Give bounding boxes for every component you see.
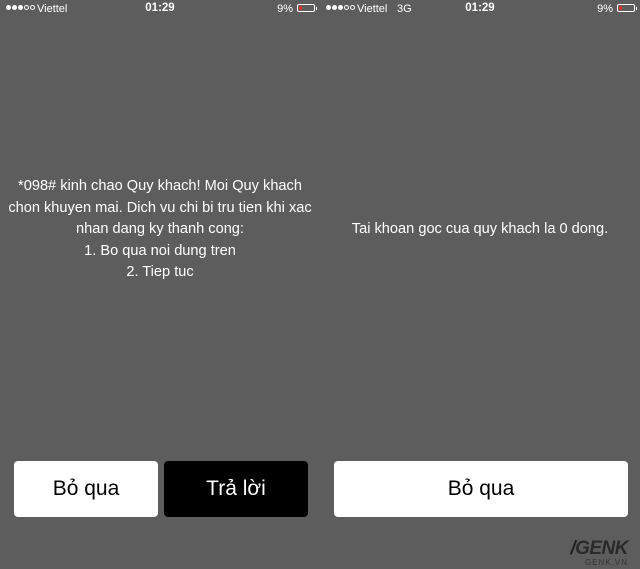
message-line: *098# kinh chao Quy khach! Moi Quy khach: [18, 178, 302, 194]
message-line: nhan dang ky thanh cong:: [76, 221, 244, 237]
ussd-message: *098# kinh chao Quy khach! Moi Quy khach…: [0, 176, 320, 284]
message-line: chon khuyen mai. Dich vu chi bi tru tien…: [8, 199, 312, 216]
battery-percent: 9%: [597, 3, 613, 15]
battery-percent: 9%: [277, 3, 293, 15]
ussd-prompt-screen: Viettel 01:29 9% *098# kinh chao Quy kha…: [0, 0, 320, 569]
watermark-logo: /GENK: [570, 539, 628, 558]
message-line: 1. Bo qua noi dung tren: [84, 242, 236, 259]
dismiss-button[interactable]: Bỏ qua: [334, 461, 628, 517]
status-time: 01:29: [465, 2, 495, 14]
battery-icon: [617, 4, 637, 12]
dismiss-button[interactable]: Bỏ qua: [14, 461, 158, 517]
status-time: 01:29: [145, 2, 175, 14]
watermark: /GENK GENK.VN: [570, 539, 628, 567]
battery-icon: [297, 4, 317, 12]
battery-fill: [299, 6, 302, 10]
ussd-result-screen: Viettel 3G 01:29 9% Tai khoan goc cua qu…: [320, 0, 640, 569]
watermark-site: GENK.VN: [584, 558, 628, 567]
ussd-message: Tai khoan goc cua quy khach la 0 dong.: [351, 221, 609, 237]
status-bar: Viettel 01:29 9%: [0, 0, 320, 18]
message-line: 2. Tiep tuc: [126, 264, 194, 280]
reply-button[interactable]: Trả lời: [164, 461, 308, 517]
battery-fill: [619, 6, 622, 10]
watermark-logo-text: GENK: [575, 538, 628, 559]
status-bar: Viettel 3G 01:29 9%: [320, 0, 640, 18]
